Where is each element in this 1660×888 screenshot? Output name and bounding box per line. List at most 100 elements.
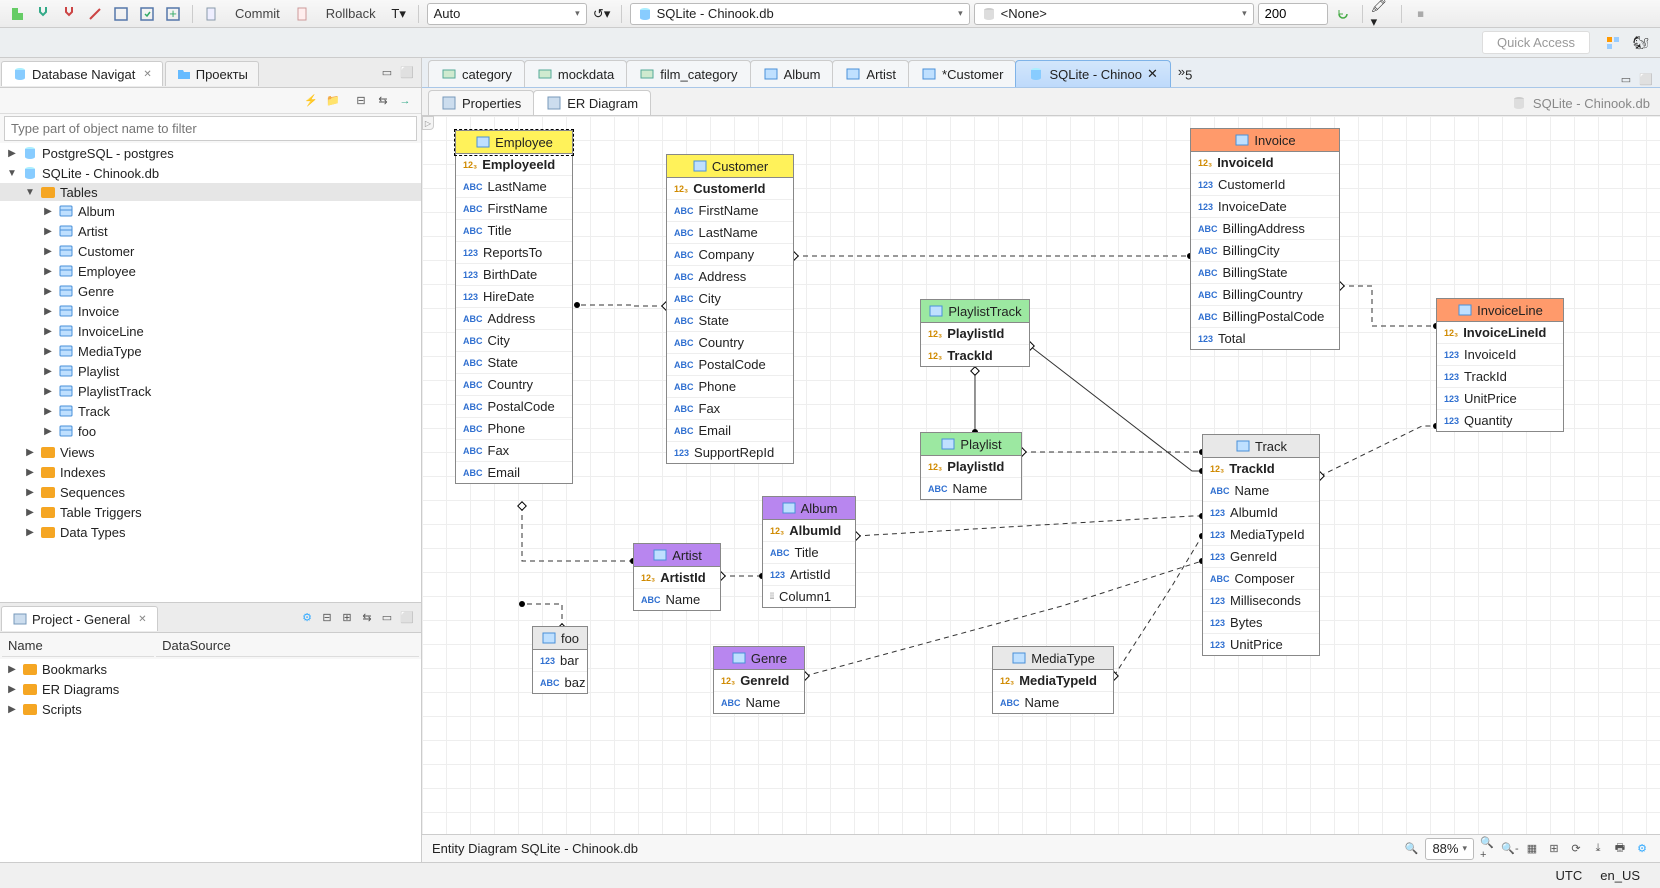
- entity-column[interactable]: 12₃PlaylistId: [921, 323, 1029, 345]
- tree-node[interactable]: ▼SQLite - Chinook.db: [0, 164, 421, 182]
- entity-header[interactable]: MediaType: [993, 647, 1113, 670]
- caret-icon[interactable]: ▼: [24, 187, 36, 198]
- entity-column[interactable]: ABCTitle: [763, 542, 855, 564]
- caret-icon[interactable]: ▶: [42, 206, 54, 217]
- tree-node[interactable]: ▶Genre: [0, 282, 421, 300]
- entity-column[interactable]: 12₃PlaylistId: [921, 456, 1021, 478]
- entity-column[interactable]: 123CustomerId: [1191, 174, 1339, 196]
- entity-column[interactable]: ABCBillingCountry: [1191, 284, 1339, 306]
- tree-node[interactable]: ▶ER Diagrams: [0, 680, 421, 698]
- entity-column[interactable]: ABCBillingAddress: [1191, 218, 1339, 240]
- arrow-icon[interactable]: →: [397, 93, 413, 109]
- entity-column[interactable]: 12₃AlbumId: [763, 520, 855, 542]
- add-icon[interactable]: ⊞: [339, 610, 355, 626]
- tree-node[interactable]: ▼Tables: [0, 183, 421, 201]
- entity-column[interactable]: 123Milliseconds: [1203, 590, 1319, 612]
- entity-column[interactable]: 123BirthDate: [456, 264, 572, 286]
- entity-header[interactable]: Genre: [714, 647, 804, 670]
- entity-column[interactable]: 123SupportRepId: [667, 442, 793, 463]
- subtab-properties[interactable]: Properties: [428, 90, 534, 115]
- tree-node[interactable]: ▶Artist: [0, 222, 421, 240]
- tx-menu-icon[interactable]: T▾: [388, 3, 410, 25]
- stop-icon[interactable]: ⏹: [1410, 3, 1432, 25]
- maximize-icon[interactable]: ⬜: [1638, 71, 1654, 87]
- entity-column[interactable]: ABCCity: [667, 288, 793, 310]
- entity-genre[interactable]: Genre12₃GenreIdABCName: [713, 646, 805, 714]
- entity-column[interactable]: 12₃TrackId: [921, 345, 1029, 366]
- entity-column[interactable]: ABCBillingCity: [1191, 240, 1339, 262]
- layout-icon[interactable]: ⊞: [1546, 841, 1562, 857]
- caret-icon[interactable]: ▶: [42, 366, 54, 377]
- entity-column[interactable]: ABCFirstName: [667, 200, 793, 222]
- entity-column[interactable]: ABCState: [456, 352, 572, 374]
- history-icon[interactable]: ↺▾: [591, 3, 613, 25]
- subtab-er-diagram[interactable]: ER Diagram: [533, 90, 651, 115]
- entity-mediatype[interactable]: MediaType12₃MediaTypeIdABCName: [992, 646, 1114, 714]
- tree-node[interactable]: ▶Data Types: [0, 523, 421, 541]
- rollback-label[interactable]: Rollback: [318, 4, 384, 23]
- entity-column[interactable]: 12₃GenreId: [714, 670, 804, 692]
- entity-column[interactable]: 123TrackId: [1437, 366, 1563, 388]
- quick-access-button[interactable]: Quick Access: [1482, 31, 1590, 54]
- entity-column[interactable]: ABCCountry: [456, 374, 572, 396]
- grid-icon[interactable]: ▦: [1524, 841, 1540, 857]
- connection-combo[interactable]: SQLite - Chinook.db▾: [630, 3, 970, 25]
- entity-column[interactable]: 123MediaTypeId: [1203, 524, 1319, 546]
- entity-column[interactable]: 12₃EmployeeId: [456, 154, 572, 176]
- tree-node[interactable]: ▶Scripts: [0, 700, 421, 718]
- editor-tab[interactable]: SQLite - Chinoo✕: [1015, 60, 1170, 87]
- er-diagram-canvas[interactable]: ▷ Employee12₃EmployeeIdABCLastNameABCFir…: [422, 116, 1660, 834]
- entity-column[interactable]: 123bar: [533, 650, 587, 672]
- close-icon[interactable]: ✕: [1147, 66, 1158, 82]
- entity-header[interactable]: Employee: [456, 131, 572, 154]
- caret-icon[interactable]: ▶: [6, 684, 18, 695]
- entity-column[interactable]: ABCLastName: [456, 176, 572, 198]
- entity-column[interactable]: ABCComposer: [1203, 568, 1319, 590]
- caret-icon[interactable]: ▶: [42, 326, 54, 337]
- maximize-icon[interactable]: ⬜: [399, 65, 415, 81]
- entity-column[interactable]: 12₃MediaTypeId: [993, 670, 1113, 692]
- entity-column[interactable]: 123AlbumId: [1203, 502, 1319, 524]
- entity-column[interactable]: 123UnitPrice: [1203, 634, 1319, 655]
- caret-icon[interactable]: ▶: [24, 447, 36, 458]
- column-datasource[interactable]: DataSource: [156, 635, 419, 657]
- entity-track[interactable]: Track12₃TrackIdABCName123AlbumId123Media…: [1202, 434, 1320, 656]
- search-icon[interactable]: 🔍: [1403, 841, 1419, 857]
- editor-tab[interactable]: mockdata: [524, 60, 627, 87]
- commit-label[interactable]: Commit: [227, 4, 288, 23]
- minimize-icon[interactable]: ▭: [379, 65, 395, 81]
- entity-column[interactable]: ABCName: [921, 478, 1021, 499]
- tree-node[interactable]: ▶InvoiceLine: [0, 322, 421, 340]
- entity-column[interactable]: ABCEmail: [667, 420, 793, 442]
- gear-icon[interactable]: ⚙: [299, 610, 315, 626]
- navigator-tree[interactable]: ▶PostgreSQL - postgres▼SQLite - Chinook.…: [0, 143, 421, 602]
- close-icon[interactable]: ✕: [138, 614, 146, 625]
- entity-column[interactable]: ABCState: [667, 310, 793, 332]
- tree-node[interactable]: ▶Customer: [0, 242, 421, 260]
- entity-column[interactable]: 123Total: [1191, 328, 1339, 349]
- refresh-icon[interactable]: ⟳: [1568, 841, 1584, 857]
- entity-column[interactable]: ABCPostalCode: [667, 354, 793, 376]
- entity-column[interactable]: 12₃TrackId: [1203, 458, 1319, 480]
- entity-column[interactable]: ABCBillingState: [1191, 262, 1339, 284]
- entity-column[interactable]: 123Bytes: [1203, 612, 1319, 634]
- entity-column[interactable]: 123HireDate: [456, 286, 572, 308]
- caret-icon[interactable]: ▶: [24, 507, 36, 518]
- caret-icon[interactable]: ▶: [24, 467, 36, 478]
- editor-tab[interactable]: *Customer: [908, 60, 1016, 87]
- entity-column[interactable]: ABCFirstName: [456, 198, 572, 220]
- slash-icon[interactable]: [84, 3, 106, 25]
- tree-node[interactable]: ▶MediaType: [0, 342, 421, 360]
- entity-column[interactable]: ABCCity: [456, 330, 572, 352]
- entity-column[interactable]: ABCCompany: [667, 244, 793, 266]
- schema-combo[interactable]: <None>▾: [974, 3, 1254, 25]
- folder-add-icon[interactable]: 📁: [325, 93, 341, 109]
- caret-icon[interactable]: ▶: [42, 266, 54, 277]
- tx-mode-combo[interactable]: Auto▾: [427, 3, 587, 25]
- entity-column[interactable]: 12₃ArtistId: [634, 567, 720, 589]
- entity-column[interactable]: ABCAddress: [667, 266, 793, 288]
- editor-tab[interactable]: category: [428, 60, 525, 87]
- caret-icon[interactable]: ▼: [6, 168, 18, 179]
- ruler-corner[interactable]: ▷: [422, 116, 434, 130]
- entity-artist[interactable]: Artist12₃ArtistIdABCName: [633, 543, 721, 611]
